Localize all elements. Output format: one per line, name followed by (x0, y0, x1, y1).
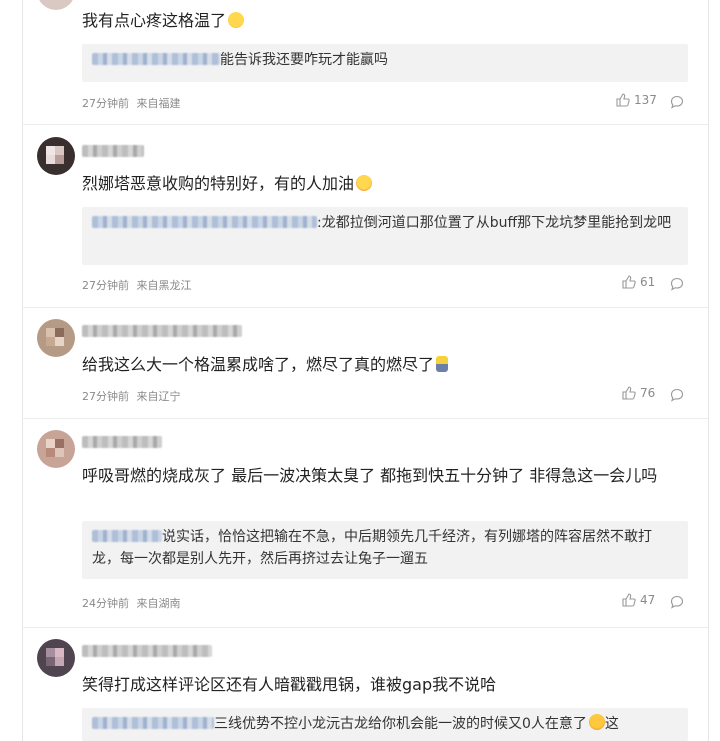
reply-username[interactable] (92, 216, 317, 228)
thumbs-up-icon (616, 93, 630, 107)
comment-item: 我有点心疼这格温了 能告诉我还要咋玩才能赢吗 27分钟前 来自福建 137 (22, 0, 708, 124)
cheer-emoji-icon (356, 175, 373, 191)
page-right-border (708, 0, 709, 741)
comment-reply-icon[interactable] (670, 595, 684, 609)
comment-time: 27分钟前 (82, 390, 129, 403)
comment-location: 来自福建 (136, 97, 181, 110)
reply-username[interactable] (92, 530, 162, 542)
like-count: 137 (634, 93, 657, 107)
grimace-emoji-icon (228, 12, 245, 28)
like-button[interactable]: 61 (622, 275, 655, 289)
thumbs-up-icon (622, 275, 636, 289)
comment-reply-icon[interactable] (670, 277, 684, 291)
reply-text: 能告诉我还要咋玩才能赢吗 (220, 52, 388, 68)
comment-item: 给我这么大一个格温累成啥了，燃尽了真的燃尽了 27分钟前 来自辽宁 76 (22, 308, 708, 418)
reply-username[interactable] (92, 717, 214, 729)
comment-location: 来自黑龙江 (136, 279, 192, 292)
comment-location: 来自辽宁 (136, 390, 181, 403)
like-count: 76 (640, 386, 656, 400)
comment-meta: 27分钟前 来自福建 (82, 95, 181, 111)
avatar[interactable] (37, 137, 75, 175)
comment-item: 呼吸哥燃的烧成灰了 最后一波决策太臭了 都拖到快五十分钟了 非得急这一会儿吗 说… (22, 419, 708, 627)
comment-time: 27分钟前 (82, 279, 129, 292)
thumbs-up-icon (622, 593, 636, 607)
avatar[interactable] (37, 639, 75, 677)
like-button[interactable]: 47 (622, 593, 655, 607)
reply-box[interactable]: 三线优势不控小龙沅古龙给你机会能一波的时候又0人在意了 这 (82, 708, 688, 741)
comment-reply-icon[interactable] (670, 388, 684, 402)
like-button[interactable]: 76 (622, 386, 655, 400)
reply-box[interactable]: 能告诉我还要咋玩才能赢吗 (82, 44, 688, 82)
comment-meta: 27分钟前 来自辽宁 (82, 388, 181, 404)
username[interactable] (82, 145, 144, 157)
reply-text: 三线优势不控小龙沅古龙给你机会能一波的时候又0人在意了 (214, 716, 587, 732)
like-count: 47 (640, 593, 656, 607)
burnt-out-emoji-icon (436, 356, 449, 372)
avatar[interactable] (37, 0, 75, 10)
username[interactable] (82, 645, 212, 657)
avatar[interactable] (37, 430, 75, 468)
comment-text: 我有点心疼这格温了 (82, 8, 692, 34)
reply-box[interactable]: 说实话，恰恰这把输在不急，中后期领先几千经济，有列娜塔的阵容居然不敢打龙，每一次… (82, 521, 688, 579)
avatar[interactable] (37, 319, 75, 357)
username[interactable] (82, 325, 242, 337)
comment-meta: 24分钟前 来自湖南 (82, 595, 181, 611)
comment-location: 来自湖南 (136, 597, 181, 610)
like-button[interactable]: 137 (616, 93, 657, 107)
comment-text: 给我这么大一个格温累成啥了，燃尽了真的燃尽了 (82, 352, 692, 378)
comment-text: 呼吸哥燃的烧成灰了 最后一波决策太臭了 都拖到快五十分钟了 非得急这一会儿吗 (82, 466, 658, 485)
comment-text: 笑得打成这样评论区还有人暗戳戳甩锅，谁被gap我不说哈 (82, 675, 497, 694)
comment-time: 24分钟前 (82, 597, 129, 610)
reply-text: 说实话，恰恰这把输在不急，中后期领先几千经济，有列娜塔的阵容居然不敢打龙，每一次… (92, 529, 652, 567)
comment-time: 27分钟前 (82, 97, 129, 110)
thumbs-up-icon (622, 386, 636, 400)
username[interactable] (82, 436, 162, 448)
comment-item: 烈娜塔恶意收购的特别好，有的人加油 :龙都拉倒河道口那位置了从buff那下龙坑梦… (22, 125, 708, 307)
comment-reply-icon[interactable] (670, 95, 684, 109)
shrug-emoji-icon (588, 714, 605, 730)
reply-text-tail: 这 (604, 716, 619, 732)
reply-box[interactable]: :龙都拉倒河道口那位置了从buff那下龙坑梦里能抢到龙吧 (82, 207, 688, 265)
comment-meta: 27分钟前 来自黑龙江 (82, 277, 192, 293)
like-count: 61 (640, 275, 656, 289)
reply-username[interactable] (92, 53, 220, 65)
reply-text: :龙都拉倒河道口那位置了从buff那下龙坑梦里能抢到龙吧 (317, 215, 672, 231)
comment-text: 烈娜塔恶意收购的特别好，有的人加油 (82, 171, 692, 197)
comment-item: 笑得打成这样评论区还有人暗戳戳甩锅，谁被gap我不说哈 三线优势不控小龙沅古龙给… (22, 628, 708, 741)
